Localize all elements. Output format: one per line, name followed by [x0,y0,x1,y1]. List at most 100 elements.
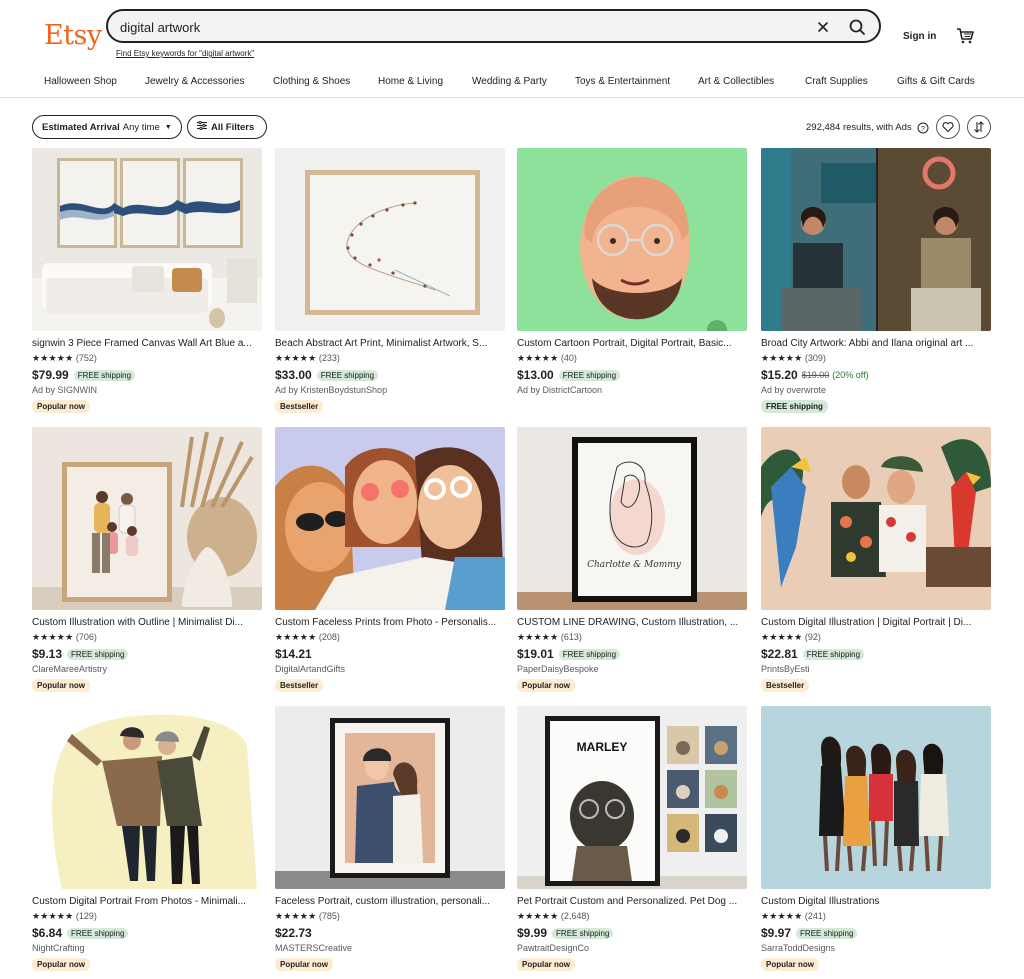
listing-card[interactable]: Custom Cartoon Portrait, Digital Portrai… [517,148,747,418]
category-toys[interactable]: Toys & Entertainment [575,76,670,87]
listing-title[interactable]: Custom Illustration with Outline | Minim… [32,617,262,628]
listing-rating: ★★★★★ (129) [32,911,97,922]
shop-name[interactable]: PawtraitDesignCo [517,943,589,953]
price-row: $22.73 [275,926,312,940]
listing-title[interactable]: Broad City Artwork: Abbi and Ilana origi… [761,338,991,349]
estimated-arrival-filter[interactable]: Estimated Arrival Any time ▼ [32,115,182,139]
free-shipping-tag: FREE shipping [67,648,129,660]
listing-card[interactable]: Faceless Portrait, custom illustration, … [275,706,505,976]
listing-title[interactable]: CUSTOM LINE DRAWING, Custom Illustration… [517,617,747,628]
popular-badge: Popular now [32,400,90,413]
rating-stars: ★★★★★ [32,911,74,921]
shop-name[interactable]: ClareMareeArtistry [32,664,107,674]
shop-name[interactable]: PrintsByEsti [761,664,810,674]
listing-title[interactable]: Pet Portrait Custom and Personalized. Pe… [517,896,747,907]
listing-title[interactable]: Custom Digital Illustration | Digital Po… [761,617,991,628]
filter-icon [197,120,207,133]
review-count: (241) [804,911,826,921]
listing-image[interactable] [32,706,262,889]
listing-price: $9.99 [517,926,548,940]
listing-rating: ★★★★★ (241) [761,911,826,922]
shop-name[interactable]: Ad by overwrote [761,385,826,395]
listing-image[interactable] [761,706,991,889]
listing-image[interactable] [275,148,505,331]
etsy-logo[interactable]: Etsy [44,20,102,51]
listing-title[interactable]: Faceless Portrait, custom illustration, … [275,896,505,907]
popular-badge: Popular now [32,679,90,692]
listing-image[interactable] [275,427,505,610]
listing-image[interactable] [275,706,505,889]
category-jewelry[interactable]: Jewelry & Accessories [145,76,244,87]
listing-card[interactable]: Custom Digital Illustration | Digital Po… [761,427,991,697]
listing-price: $14.21 [275,647,312,661]
shop-name[interactable]: Ad by SIGNWIN [32,385,97,395]
listing-title[interactable]: Custom Faceless Prints from Photo - Pers… [275,617,505,628]
shop-name[interactable]: Ad by KristenBoydstunShop [275,385,387,395]
listing-title[interactable]: signwin 3 Piece Framed Canvas Wall Art B… [32,338,262,349]
shop-name[interactable]: Ad by DistrictCartoon [517,385,602,395]
free-shipping-tag: FREE shipping [558,369,621,381]
listing-title[interactable]: Beach Abstract Art Print, Minimalist Art… [275,338,505,349]
sort-icon[interactable] [967,115,991,139]
listing-image[interactable] [517,148,747,331]
shop-name[interactable]: PaperDaisyBespoke [517,664,599,674]
listing-card[interactable]: signwin 3 Piece Framed Canvas Wall Art B… [32,148,262,418]
price-row: $6.84 FREE shipping [32,926,129,940]
rating-stars: ★★★★★ [761,632,803,642]
listing-card[interactable]: Custom Digital Illustrations ★★★★★ (241)… [761,706,991,976]
listing-card[interactable]: Custom Digital Portrait From Photos - Mi… [32,706,262,976]
listing-rating: ★★★★★ (2,648) [517,911,589,922]
shop-name[interactable]: DigitalArtandGifts [275,664,345,674]
cart-icon[interactable] [956,27,974,45]
keywords-link[interactable]: Find Etsy keywords for "digital artwork" [116,49,254,58]
listing-rating: ★★★★★ (309) [761,353,826,364]
listing-card[interactable]: Custom Illustration with Outline | Minim… [32,427,262,697]
listing-image[interactable]: Charlotte & Mommy [517,427,747,610]
listing-price: $22.73 [275,926,312,940]
listing-card[interactable]: Broad City Artwork: Abbi and Ilana origi… [761,148,991,418]
rating-stars: ★★★★★ [517,353,559,363]
review-count: (752) [75,353,97,363]
sign-in-link[interactable]: Sign in [903,31,936,42]
listing-rating: ★★★★★ (613) [517,632,582,643]
free-shipping-tag: FREE shipping [796,927,858,939]
shop-name[interactable]: NightCrafting [32,943,85,953]
listing-card[interactable]: MARLEY Pet Portrait Custom and Personali… [517,706,747,976]
listing-card[interactable]: Custom Faceless Prints from Photo - Pers… [275,427,505,697]
category-craft[interactable]: Craft Supplies [805,76,868,87]
listing-image[interactable] [761,427,991,610]
listing-image[interactable] [761,148,991,331]
listing-card[interactable]: Beach Abstract Art Print, Minimalist Art… [275,148,505,418]
category-home-living[interactable]: Home & Living [378,76,443,87]
listing-title[interactable]: Custom Digital Portrait From Photos - Mi… [32,896,262,907]
category-gifts[interactable]: Gifts & Gift Cards [897,76,975,87]
listing-rating: ★★★★★ (785) [275,911,340,922]
popular-badge: Popular now [275,958,333,971]
info-icon[interactable]: ? [917,121,929,134]
favorite-search-icon[interactable] [936,115,960,139]
shop-name[interactable]: MASTERSCreative [275,943,352,953]
listing-image[interactable] [32,427,262,610]
clear-search-icon[interactable] [814,18,832,36]
listing-title[interactable]: Custom Cartoon Portrait, Digital Portrai… [517,338,747,349]
category-clothing[interactable]: Clothing & Shoes [273,76,350,87]
popular-badge: Popular now [761,958,819,971]
all-filters-button[interactable]: All Filters [187,115,268,139]
search-input[interactable] [120,18,800,36]
category-halloween-shop[interactable]: Halloween Shop [44,76,117,87]
listing-rating: ★★★★★ (752) [32,353,97,364]
listing-image[interactable] [32,148,262,331]
listing-card[interactable]: Charlotte & Mommy CUSTOM LINE DRAWING, C… [517,427,747,697]
category-art[interactable]: Art & Collectibles [698,76,774,87]
listing-title[interactable]: Custom Digital Illustrations [761,896,991,907]
listing-image[interactable]: MARLEY [517,706,747,889]
listing-price: $15.20 [761,368,798,382]
listing-rating: ★★★★★ (706) [32,632,97,643]
review-count: (309) [804,353,826,363]
original-price: $19.00 [801,370,830,380]
listing-rating: ★★★★★ (233) [275,353,340,364]
price-row: $33.00 FREE shipping [275,368,379,382]
shop-name[interactable]: SarraToddDesigns [761,943,835,953]
category-wedding[interactable]: Wedding & Party [472,76,547,87]
search-icon[interactable] [846,16,868,38]
